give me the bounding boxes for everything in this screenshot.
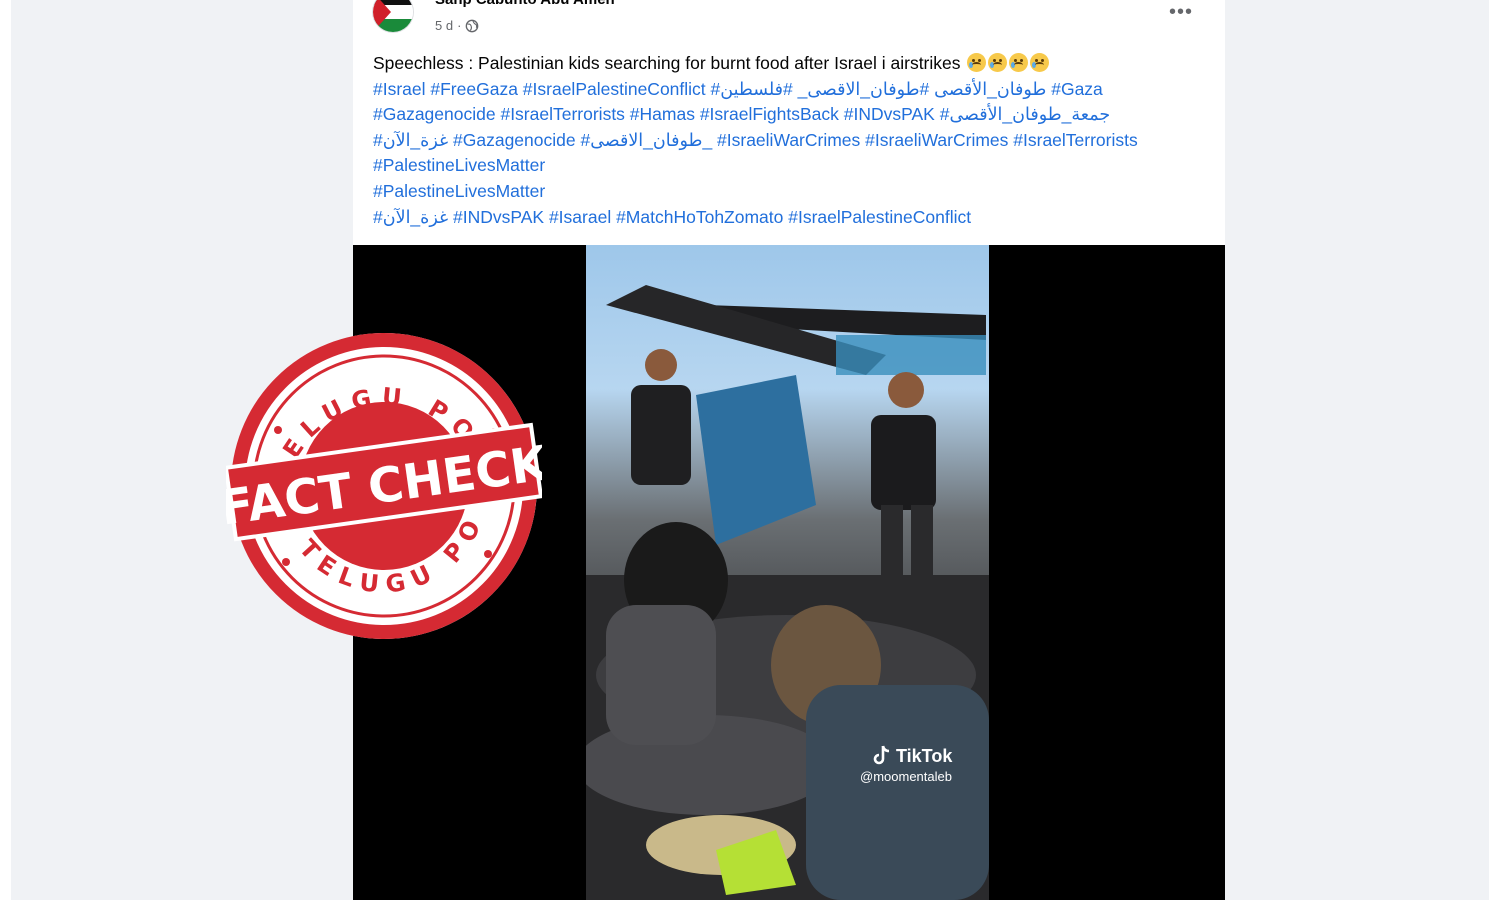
tiktok-username: @moomentaleb <box>860 769 952 784</box>
author-name[interactable]: Sanp Cabunto Abu Amen <box>435 0 615 8</box>
post-time[interactable]: 5 d <box>435 18 453 33</box>
hashtag-line[interactable]: #غزة_الآن #Gazagenocide #طوفان_الاقصى_ #… <box>373 128 1203 154</box>
meta-separator: · <box>457 18 462 33</box>
tiktok-brand: TikTok <box>896 745 953 766</box>
post-caption: Speechless : Palestinian kids searching … <box>373 51 1203 230</box>
globe-icon[interactable] <box>465 19 479 33</box>
page-edge-right <box>1489 0 1500 900</box>
video-scene-image <box>586 285 989 900</box>
video-frame[interactable]: TikTok @moomentaleb <box>586 245 989 900</box>
hashtag-line[interactable]: #Israel #FreeGaza #IsraelPalestineConfli… <box>373 77 1203 103</box>
tiktok-icon <box>873 745 890 765</box>
feed-background-right <box>1225 0 1490 900</box>
hashtag-line[interactable]: #PalestineLivesMatter <box>373 153 1203 179</box>
page-edge-left <box>0 0 11 900</box>
post-meta: 5 d · <box>435 18 479 33</box>
caption-text-line: Speechless : Palestinian kids searching … <box>373 51 1203 77</box>
more-options-icon[interactable]: ••• <box>1167 2 1195 22</box>
caption-text: Speechless : Palestinian kids searching … <box>373 53 961 73</box>
hashtag-line[interactable]: #PalestineLivesMatter <box>373 179 1203 205</box>
crying-emoji-icon <box>965 53 1050 73</box>
post-header: Sanp Cabunto Abu Amen 5 d · ••• <box>353 0 1225 50</box>
author-avatar[interactable] <box>373 0 413 32</box>
tiktok-watermark: TikTok @moomentaleb <box>860 745 953 785</box>
fact-check-stamp: TELUGU POST TELUGU POST FACT CHECK <box>226 328 542 639</box>
hashtag-line[interactable]: #Gazagenocide #IsraelTerrorists #Hamas #… <box>373 102 1203 128</box>
hashtag-line[interactable]: #غزة_الآن #INDvsPAK #Isarael #MatchHoToh… <box>373 205 1203 231</box>
